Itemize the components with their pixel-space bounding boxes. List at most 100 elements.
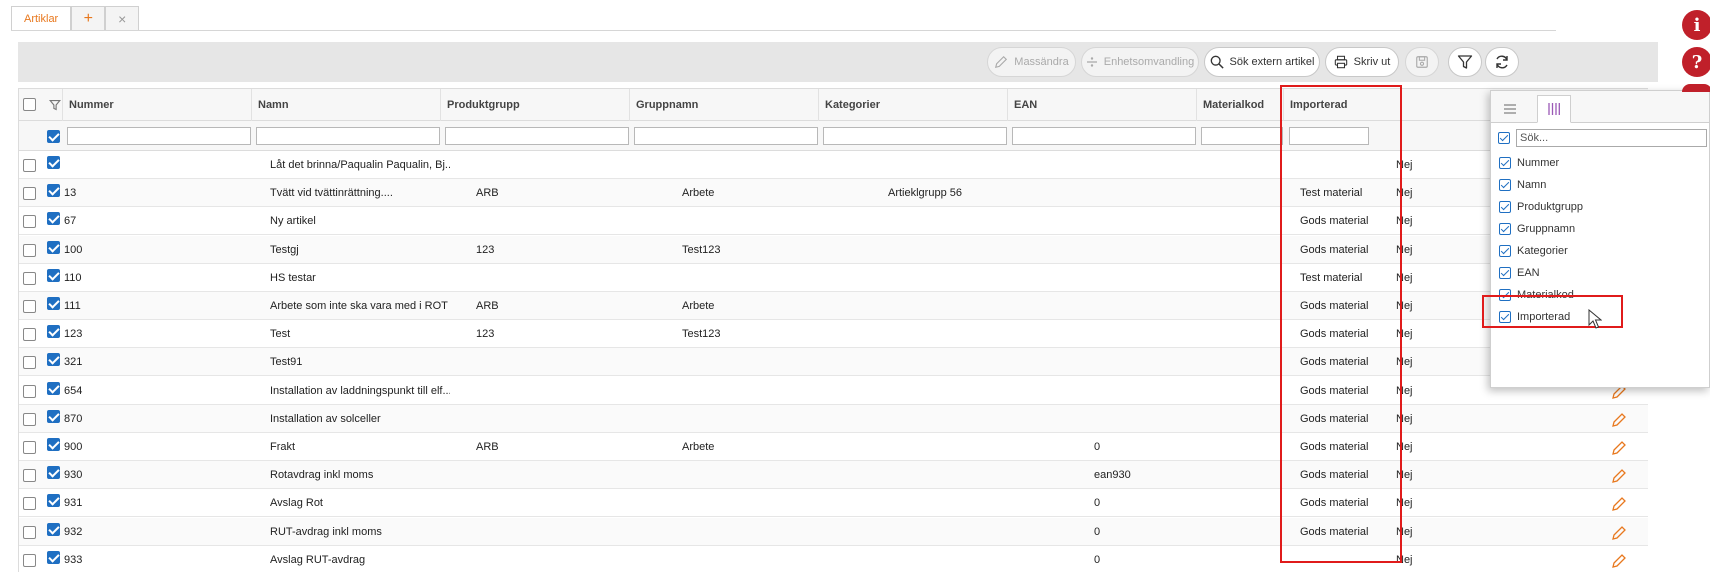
row-select-checkbox[interactable] [23, 328, 36, 342]
table-row[interactable]: 111 Arbete som inte ska vara med i ROT ARB… [19, 292, 1648, 320]
edit-pencil-icon[interactable] [1611, 525, 1627, 541]
edit-pencil-icon[interactable] [1611, 468, 1627, 484]
row-active-checkbox[interactable] [47, 240, 60, 254]
row-select-checkbox[interactable] [23, 553, 36, 567]
column-option-checkbox[interactable] [1499, 223, 1511, 235]
filter-row-checkbox[interactable] [47, 130, 60, 143]
row-active-checkbox[interactable] [47, 466, 60, 480]
edit-pencil-icon[interactable] [1611, 496, 1627, 512]
table-row[interactable]: Låt det brinna/Paqualin Paqualin, Bj... N… [19, 151, 1648, 179]
select-all-columns-checkbox[interactable] [1498, 132, 1510, 144]
column-option-materialkod[interactable]: Materialkod [1499, 285, 1574, 305]
table-row[interactable]: 321 Test91 Gods material Nej [19, 348, 1648, 377]
column-header-materialkod[interactable]: Materialkod [1196, 89, 1283, 121]
unit-conversion-button[interactable]: Enhetsomvandling [1081, 47, 1199, 77]
column-option-kategorier[interactable]: Kategorier [1499, 241, 1568, 261]
column-header-namn[interactable]: Namn [251, 89, 440, 121]
table-row[interactable]: 933 Avslag RUT-avdrag 0 Nej [19, 546, 1648, 572]
save-button[interactable] [1405, 47, 1439, 77]
panel-tab-menu[interactable] [1493, 95, 1527, 123]
table-row[interactable]: 870 Installation av solceller Gods materia… [19, 404, 1648, 433]
row-select-checkbox[interactable] [23, 356, 36, 370]
search-external-article-button[interactable]: Sök extern artikel [1204, 47, 1320, 77]
table-row[interactable]: 930 Rotavdrag inkl moms ean930 Gods materia… [19, 461, 1648, 490]
tab-artiklar[interactable]: Artiklar [11, 6, 72, 31]
row-active-checkbox[interactable] [47, 156, 60, 169]
print-button[interactable]: Skriv ut [1325, 47, 1399, 77]
column-option-produktgrupp[interactable]: Produktgrupp [1499, 197, 1583, 217]
select-all-checkbox[interactable] [23, 98, 36, 111]
row-select-checkbox[interactable] [23, 187, 36, 201]
row-active-checkbox[interactable] [47, 353, 60, 367]
row-active-checkbox[interactable] [47, 325, 60, 339]
row-active-checkbox[interactable] [47, 184, 60, 198]
row-active-checkbox[interactable] [47, 381, 60, 395]
row-select-checkbox[interactable] [23, 215, 36, 229]
column-header-produktgrupp[interactable]: Produktgrupp [440, 89, 629, 121]
filter-input-kategorier[interactable] [823, 127, 1007, 145]
row-select-checkbox[interactable] [23, 300, 36, 313]
add-tab-button[interactable]: + [71, 6, 106, 30]
filter-icon[interactable] [49, 99, 61, 111]
column-header-ean[interactable]: EAN [1007, 89, 1196, 121]
column-search-input[interactable]: Sök... [1516, 129, 1707, 147]
filter-input-namn[interactable] [256, 127, 440, 145]
column-option-checkbox[interactable] [1499, 179, 1511, 191]
row-active-checkbox[interactable] [47, 268, 60, 282]
column-header-importerad[interactable]: Importerad [1283, 89, 1483, 121]
filter-input-nummer[interactable] [67, 127, 251, 145]
mass-edit-button[interactable]: Massändra [987, 47, 1076, 77]
column-option-nummer[interactable]: Nummer [1499, 153, 1559, 173]
column-option-checkbox[interactable] [1499, 245, 1511, 257]
refresh-button[interactable] [1485, 47, 1519, 77]
column-option-gruppnamn[interactable]: Gruppnamn [1499, 219, 1575, 239]
table-row[interactable]: 931 Avslag Rot 0 Gods material Nej [19, 489, 1648, 518]
column-option-checkbox[interactable] [1499, 201, 1511, 213]
row-select-checkbox[interactable] [23, 525, 36, 539]
filter-input-produktgrupp[interactable] [445, 127, 629, 145]
table-row[interactable]: 123 Test 123 Test123 Gods material Nej [19, 320, 1648, 349]
row-select-checkbox[interactable] [23, 159, 36, 172]
column-header-gruppnamn[interactable]: Gruppnamn [629, 89, 818, 121]
column-option-checkbox[interactable] [1499, 267, 1511, 279]
row-select-checkbox[interactable] [23, 469, 36, 483]
filter-input-importerad[interactable] [1289, 127, 1369, 145]
table-row[interactable]: 13 Tvätt vid tvättinrättning.... ARB Arbete… [19, 179, 1648, 208]
filter-button[interactable] [1448, 47, 1482, 77]
row-active-checkbox[interactable] [47, 409, 60, 423]
column-header-kategorier[interactable]: Kategorier [818, 89, 1007, 121]
filter-input-ean[interactable] [1012, 127, 1196, 145]
table-row[interactable]: 654 Installation av laddningspunkt till e… [19, 377, 1648, 405]
column-option-checkbox[interactable] [1499, 311, 1511, 323]
column-option-namn[interactable]: Namn [1499, 175, 1546, 195]
row-select-checkbox[interactable] [23, 243, 36, 257]
row-select-checkbox[interactable] [23, 412, 36, 426]
table-row[interactable]: 932 RUT-avdrag inkl moms 0 Gods material Nej [19, 517, 1648, 546]
column-option-ean[interactable]: EAN [1499, 263, 1540, 283]
help-icon[interactable]: ? [1682, 47, 1710, 77]
row-active-checkbox[interactable] [47, 494, 60, 508]
row-select-checkbox[interactable] [23, 384, 36, 398]
row-active-checkbox[interactable] [47, 212, 60, 226]
row-active-checkbox[interactable] [47, 522, 60, 536]
row-active-checkbox[interactable] [47, 438, 60, 451]
column-option-checkbox[interactable] [1499, 157, 1511, 169]
table-row[interactable]: 900 Frakt ARB Arbete 0 Gods material Nej [19, 433, 1648, 461]
edit-pencil-icon[interactable] [1611, 440, 1627, 456]
column-header-nummer[interactable]: Nummer [62, 89, 251, 121]
edit-pencil-icon[interactable] [1611, 553, 1627, 569]
edit-pencil-icon[interactable] [1611, 412, 1627, 428]
row-select-checkbox[interactable] [23, 497, 36, 511]
column-option-importerad[interactable]: Importerad [1499, 307, 1570, 327]
column-option-checkbox[interactable] [1499, 289, 1511, 301]
close-tab-button[interactable]: × [105, 6, 140, 30]
row-active-checkbox[interactable] [47, 297, 60, 310]
table-row[interactable]: 67 Ny artikel Gods material Nej [19, 207, 1648, 236]
table-row[interactable]: 110 HS testar Test material Nej [19, 264, 1648, 292]
row-select-checkbox[interactable] [23, 441, 36, 454]
table-row[interactable]: 100 Testgj 123 Test123 Gods material Nej [19, 235, 1648, 264]
row-select-checkbox[interactable] [23, 271, 36, 285]
row-active-checkbox[interactable] [47, 550, 60, 564]
filter-input-gruppnamn[interactable] [634, 127, 818, 145]
filter-input-materialkod[interactable] [1201, 127, 1283, 145]
